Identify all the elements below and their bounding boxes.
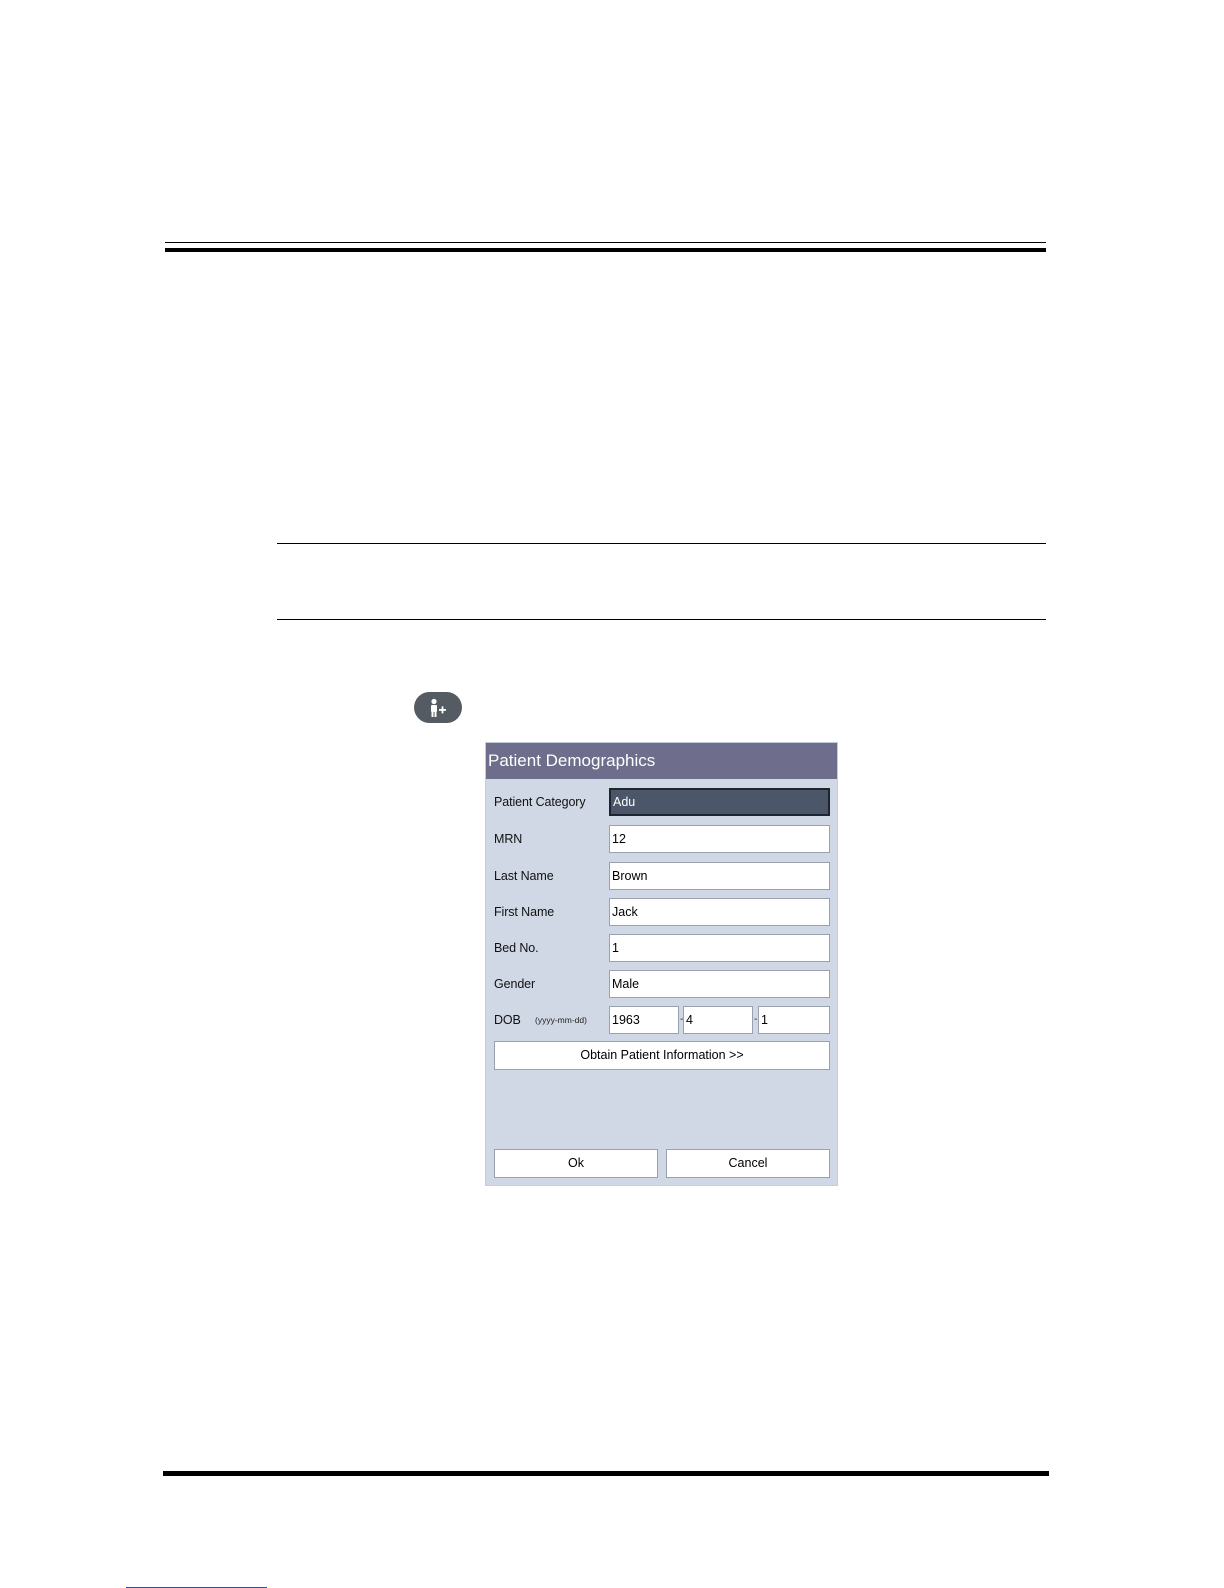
dob-day-field[interactable]: 1 <box>758 1006 830 1034</box>
first-name-field[interactable]: Jack <box>609 898 830 926</box>
note-rule-bottom <box>277 619 1046 620</box>
dob-label: DOB <box>494 1013 521 1027</box>
last-name-label: Last Name <box>494 869 554 883</box>
person-plus-icon <box>431 698 446 717</box>
patient-demographics-dialog: Patient Demographics Patient Category Ad… <box>485 742 838 1186</box>
gender-row: Gender Male <box>486 969 839 999</box>
patient-category-field[interactable]: Adu <box>609 788 830 816</box>
ok-button[interactable]: Ok <box>494 1149 658 1178</box>
dialog-title: Patient Demographics <box>486 743 837 779</box>
gender-field[interactable]: Male <box>609 970 830 998</box>
gender-label: Gender <box>494 977 536 991</box>
header-rule-thick <box>165 248 1046 252</box>
first-name-row: First Name Jack <box>486 897 839 927</box>
mrn-label: MRN <box>494 832 523 846</box>
patient-category-label: Patient Category <box>494 795 586 809</box>
bed-no-label: Bed No. <box>494 941 539 955</box>
last-name-row: Last Name Brown <box>486 861 839 891</box>
dob-month-field[interactable]: 4 <box>683 1006 753 1034</box>
mrn-field[interactable]: 12 <box>609 825 830 853</box>
first-name-label: First Name <box>494 905 555 919</box>
header-rule-thin <box>165 242 1046 243</box>
dob-format-hint: (yyyy-mm-dd) <box>535 1015 587 1025</box>
dob-separator: - <box>754 1014 758 1025</box>
last-name-field[interactable]: Brown <box>609 862 830 890</box>
admit-patient-button[interactable] <box>414 692 462 723</box>
dob-year-field[interactable]: 1963 <box>609 1006 679 1034</box>
note-rule-top <box>277 543 1046 544</box>
obtain-patient-info-button[interactable]: Obtain Patient Information >> <box>494 1041 830 1070</box>
bed-no-field[interactable]: 1 <box>609 934 830 962</box>
bed-no-row: Bed No. 1 <box>486 933 839 963</box>
cancel-button[interactable]: Cancel <box>666 1149 830 1178</box>
footer-rule <box>163 1471 1049 1476</box>
mrn-row: MRN 12 <box>486 824 839 854</box>
dob-row: DOB (yyyy-mm-dd) 1963 - 4 - 1 <box>486 1005 839 1035</box>
patient-category-row: Patient Category Adu <box>486 787 839 817</box>
